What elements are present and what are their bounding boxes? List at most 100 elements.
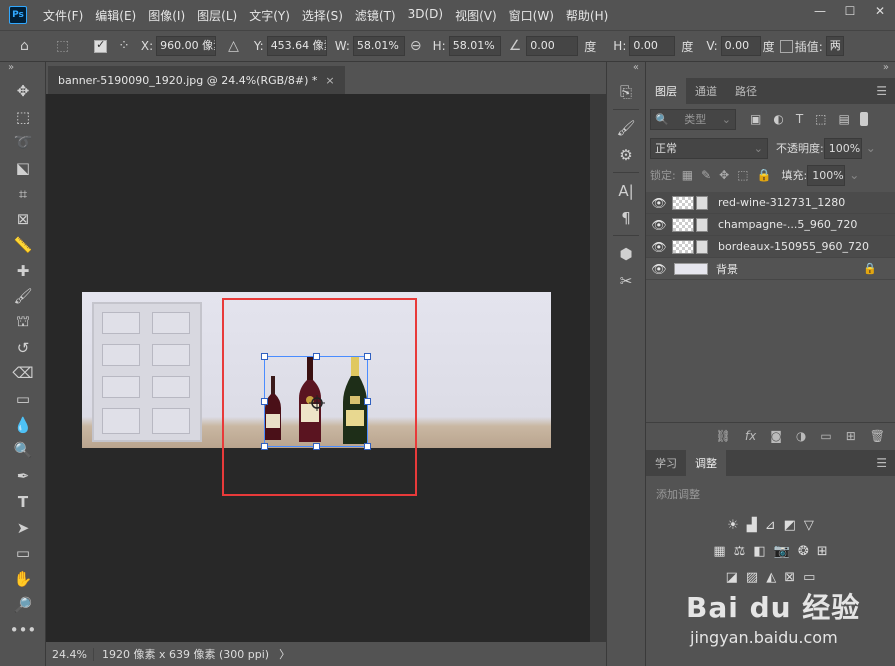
reference-point-crosshair-icon[interactable] (309, 395, 325, 411)
panel-menu-icon[interactable]: ☰ (876, 84, 887, 98)
menu-view[interactable]: 视图(V) (449, 7, 503, 24)
healing-tool-icon[interactable]: ✚ (0, 258, 46, 284)
lasso-tool-icon[interactable]: ➰ (0, 129, 46, 155)
transform-handle-tc[interactable] (313, 353, 320, 360)
blend-mode-select[interactable]: 正常 ⌄ (650, 137, 768, 159)
h-field[interactable]: 58.01% (448, 36, 501, 56)
brush-settings-icon[interactable]: ⚙ (607, 141, 645, 168)
more-tools-icon[interactable]: ••• (0, 617, 46, 643)
gradient-tool-icon[interactable]: ▭ (0, 386, 46, 412)
transform-handle-br[interactable] (364, 443, 371, 450)
maximize-button[interactable]: ☐ (835, 0, 865, 22)
link-icon[interactable]: ⊖ (410, 38, 422, 54)
color-lookup-icon[interactable]: ⊞ (817, 544, 828, 559)
chevron-down-icon[interactable]: ⌄ (866, 141, 876, 155)
filter-type-icon[interactable]: T (796, 112, 803, 126)
selective-color-icon[interactable]: ⊠ (784, 570, 795, 585)
vskew-field[interactable]: 0.00 (720, 36, 761, 56)
new-layer-icon[interactable]: ⊞ (846, 429, 856, 443)
visibility-eye-icon[interactable]: 👁 (646, 218, 672, 232)
zoom-level[interactable]: 24.4% (46, 647, 94, 661)
interpolation-checkbox[interactable] (779, 39, 793, 53)
menu-layer[interactable]: 图层(L) (191, 7, 243, 24)
brightness-icon[interactable]: ☀ (727, 518, 739, 533)
tab-paths[interactable]: 路径 (726, 78, 766, 104)
exposure-icon[interactable]: ◩ (784, 518, 796, 533)
lock-artboard-icon[interactable]: ⬚ (737, 168, 748, 182)
vibrance-icon[interactable]: ▽ (804, 518, 814, 533)
black-white-icon[interactable]: ◧ (753, 544, 765, 559)
threshold-icon[interactable]: ◭ (766, 570, 776, 585)
tab-learn[interactable]: 学习 (646, 450, 686, 476)
frame-tool-icon[interactable]: ⊠ (0, 206, 46, 232)
menu-help[interactable]: 帮助(H) (560, 7, 614, 24)
crop-tool-icon[interactable]: ⌗ (0, 181, 46, 207)
visibility-eye-icon[interactable]: 👁 (646, 196, 672, 210)
lock-position-icon[interactable]: ✥ (719, 168, 729, 182)
fill-field[interactable]: 100% (807, 164, 846, 186)
lock-transparent-icon[interactable]: ▦ (682, 168, 693, 182)
visibility-eye-icon[interactable]: 👁 (646, 240, 672, 254)
layer-row-background[interactable]: 👁 背景 🔒 (646, 258, 895, 280)
layer-row[interactable]: 👁 bordeaux-150955_960_720 (646, 236, 895, 258)
new-group-icon[interactable]: ▭ (820, 429, 831, 443)
x-field[interactable]: 960.00 像素 (156, 36, 217, 56)
menu-file[interactable]: 文件(F) (37, 7, 89, 24)
gradient-map-icon[interactable]: ▭ (803, 570, 815, 585)
brush-tool-icon[interactable]: 🖌 (0, 284, 46, 310)
layer-row[interactable]: 👁 red-wine-312731_1280 (646, 192, 895, 214)
object-select-tool-icon[interactable]: ⬕ (0, 155, 46, 181)
w-field[interactable]: 58.01% (352, 36, 405, 56)
3d-panel-icon[interactable]: ⬢ (607, 240, 645, 267)
hue-saturation-icon[interactable]: ▦ (713, 544, 725, 559)
delete-layer-icon[interactable]: 🗑 (870, 429, 885, 443)
transform-handle-tr[interactable] (364, 353, 371, 360)
tab-channels[interactable]: 通道 (686, 78, 726, 104)
posterize-icon[interactable]: ▨ (746, 570, 758, 585)
y-field[interactable]: 453.64 像素 (266, 36, 327, 56)
status-arrow-icon[interactable]: 〉 (279, 646, 290, 662)
tab-layers[interactable]: 图层 (646, 78, 686, 104)
brush-panel-icon[interactable]: 🖌 (607, 114, 645, 141)
interpolation-select[interactable]: 两 (825, 36, 844, 56)
angle-field[interactable]: 0.00 (526, 36, 579, 56)
filter-smart-icon[interactable]: ▤ (839, 112, 850, 126)
move-tool-icon[interactable]: ✥ (0, 78, 46, 104)
close-button[interactable]: ✕ (865, 0, 895, 22)
home-icon[interactable]: ⌂ (20, 38, 29, 54)
reference-point-icon[interactable]: ⁘ (118, 38, 130, 54)
pen-tool-icon[interactable]: ✒ (0, 463, 46, 489)
history-panel-icon[interactable]: ⎘ (607, 78, 645, 105)
menu-edit[interactable]: 编辑(E) (89, 7, 142, 24)
type-tool-icon[interactable]: T (0, 489, 46, 515)
menu-filter[interactable]: 滤镜(T) (349, 7, 402, 24)
menu-type[interactable]: 文字(Y) (243, 7, 296, 24)
reference-point-checkbox[interactable] (94, 38, 108, 53)
link-layers-icon[interactable]: ⛓ (716, 429, 731, 443)
menu-image[interactable]: 图像(I) (142, 7, 191, 24)
new-adjustment-icon[interactable]: ◑ (796, 429, 806, 443)
lock-all-icon[interactable]: 🔒 (757, 168, 772, 182)
paragraph-panel-icon[interactable]: ¶ (607, 204, 645, 231)
transform-handle-tl[interactable] (261, 353, 268, 360)
panel-menu-icon[interactable]: ☰ (876, 456, 887, 470)
eraser-tool-icon[interactable]: ⌫ (0, 361, 46, 387)
menu-window[interactable]: 窗口(W) (503, 7, 560, 24)
transform-handle-bc[interactable] (313, 443, 320, 450)
document-close-icon[interactable]: × (325, 74, 334, 87)
zoom-tool-icon[interactable]: 🔎 (0, 592, 46, 618)
transform-handle-mr[interactable] (364, 398, 371, 405)
levels-icon[interactable]: ▟ (747, 518, 757, 533)
filter-pixel-icon[interactable]: ▣ (750, 112, 761, 126)
fx-icon[interactable]: fx (745, 429, 756, 443)
tool-presets-icon[interactable]: ✂ (607, 267, 645, 294)
opacity-field[interactable]: 100% (823, 137, 862, 159)
chevron-down-icon[interactable]: ⌄ (849, 168, 859, 182)
collapse-icon[interactable]: « (607, 62, 645, 78)
channel-mixer-icon[interactable]: ❂ (798, 544, 809, 559)
collapse-icon[interactable]: » (0, 62, 45, 78)
filter-shape-icon[interactable]: ⬚ (815, 112, 826, 126)
lock-paint-icon[interactable]: ✎ (701, 168, 711, 182)
marquee-tool-icon[interactable]: ⬚ (0, 104, 46, 130)
visibility-eye-icon[interactable]: 👁 (646, 262, 672, 276)
